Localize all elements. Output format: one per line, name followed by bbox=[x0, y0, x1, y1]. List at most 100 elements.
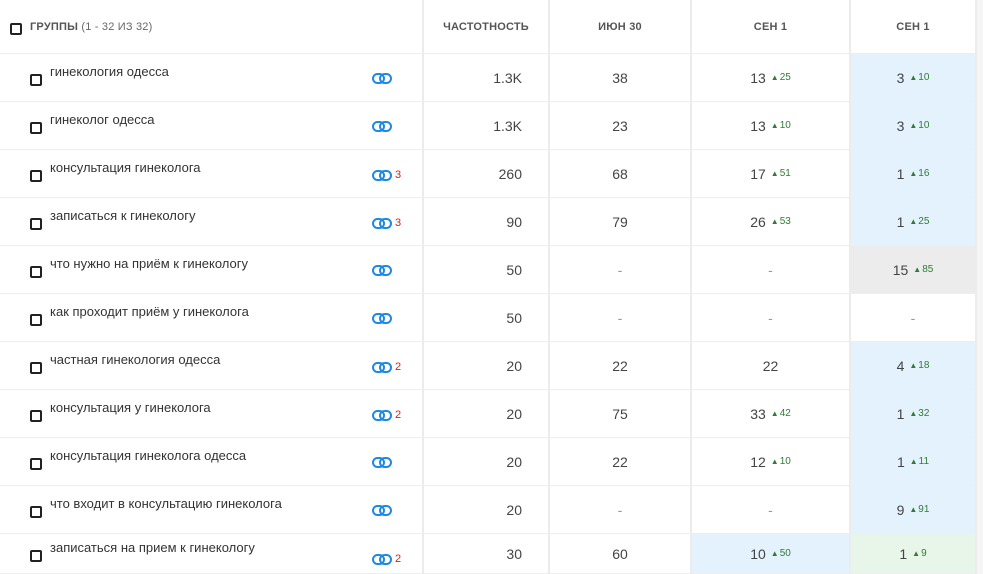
link-button[interactable] bbox=[372, 73, 395, 84]
sep1b-change: ▲85 bbox=[913, 264, 934, 275]
link-button[interactable]: 2 bbox=[372, 361, 401, 373]
sep1b-cell: 3 ▲10 bbox=[851, 54, 975, 102]
frequency-value: 20 bbox=[424, 438, 548, 486]
link-icon bbox=[372, 313, 392, 324]
sep1a-change: ▲51 bbox=[770, 168, 791, 179]
row-checkbox[interactable] bbox=[30, 457, 42, 470]
row-checkbox[interactable] bbox=[30, 549, 42, 562]
scroll-strip bbox=[977, 198, 983, 246]
scroll-strip bbox=[977, 534, 983, 574]
frequency-header[interactable]: ЧАСТОТНОСТЬ bbox=[424, 0, 548, 54]
sep1b-header[interactable]: СЕН 1 bbox=[851, 0, 975, 54]
up-arrow-icon: ▲ bbox=[770, 169, 779, 178]
keyword-text: консультация гинеколога bbox=[50, 160, 201, 175]
scroll-strip bbox=[977, 294, 983, 342]
row-checkbox[interactable] bbox=[30, 265, 42, 278]
link-icon bbox=[372, 73, 392, 84]
frequency-value: 260 bbox=[424, 150, 548, 198]
sep1b-cell: 1 ▲9 bbox=[851, 534, 975, 574]
sep1b-change: ▲11 bbox=[909, 456, 930, 467]
link-icon bbox=[372, 409, 392, 421]
table-row: консультация гинеколога одесса bbox=[0, 438, 422, 486]
sep1a-cell: 12 ▲10 bbox=[692, 438, 849, 486]
keyword-text: что нужно на приём к гинекологу bbox=[50, 256, 248, 271]
link-button[interactable] bbox=[372, 457, 395, 468]
up-arrow-icon: ▲ bbox=[909, 505, 918, 514]
row-checkbox[interactable] bbox=[30, 73, 42, 86]
link-button[interactable] bbox=[372, 265, 395, 276]
sep1a-cell: 17 ▲51 bbox=[692, 150, 849, 198]
link-icon bbox=[372, 457, 392, 468]
row-checkbox[interactable] bbox=[30, 361, 42, 374]
row-checkbox[interactable] bbox=[30, 313, 42, 326]
jun30-value: 38 bbox=[550, 54, 690, 102]
jun30-header[interactable]: ИЮН 30 bbox=[550, 0, 690, 54]
sep1a-value: 22 bbox=[762, 357, 779, 374]
frequency-value: 1.3K bbox=[424, 54, 548, 102]
frequency-value: 90 bbox=[424, 198, 548, 246]
sep1b-change: ▲32 bbox=[909, 408, 930, 419]
sep1b-change: ▲10 bbox=[909, 120, 930, 131]
keyword-text: записаться на прием к гинекологу bbox=[50, 540, 255, 555]
up-arrow-icon: ▲ bbox=[909, 457, 918, 466]
jun30-value: 68 bbox=[550, 150, 690, 198]
keyword-text: гинеколог одесса bbox=[50, 112, 155, 127]
sep1a-change: ▲10 bbox=[770, 456, 791, 467]
sep1b-value: 4 bbox=[896, 357, 905, 374]
row-checkbox[interactable] bbox=[30, 169, 42, 182]
sep1a-value: - bbox=[768, 261, 773, 278]
link-icon bbox=[372, 361, 392, 373]
up-arrow-icon: ▲ bbox=[909, 409, 918, 418]
sep1a-value: 13 bbox=[750, 69, 766, 86]
sep1b-change: ▲91 bbox=[909, 504, 930, 515]
table-row: как проходит приём у гинеколога bbox=[0, 294, 422, 342]
frequency-value: 30 bbox=[424, 534, 548, 574]
sep1b-value: 1 bbox=[896, 165, 905, 182]
table-row: консультация гинеколога 3 bbox=[0, 150, 422, 198]
select-all-checkbox[interactable] bbox=[10, 22, 22, 35]
table-row: частная гинекология одесса 2 bbox=[0, 342, 422, 390]
jun30-value: 22 bbox=[550, 342, 690, 390]
sep1a-header[interactable]: СЕН 1 bbox=[692, 0, 849, 54]
link-button[interactable]: 2 bbox=[372, 553, 401, 565]
sep1b-value: 1 bbox=[896, 453, 905, 470]
link-button[interactable] bbox=[372, 313, 395, 324]
row-checkbox[interactable] bbox=[30, 505, 42, 518]
sep1b-value: 1 bbox=[896, 213, 905, 230]
scroll-strip bbox=[977, 342, 983, 390]
table-row: что входит в консультацию гинеколога bbox=[0, 486, 422, 534]
sep1a-change: ▲42 bbox=[770, 408, 791, 419]
scroll-strip bbox=[977, 246, 983, 294]
up-arrow-icon: ▲ bbox=[909, 361, 918, 370]
sep1a-change: ▲25 bbox=[770, 72, 791, 83]
jun30-value: 60 bbox=[550, 534, 690, 574]
sep1a-cell: 10 ▲50 bbox=[692, 534, 849, 574]
jun30-value: - bbox=[550, 294, 690, 342]
link-button[interactable] bbox=[372, 505, 395, 516]
up-arrow-icon: ▲ bbox=[909, 73, 918, 82]
link-button[interactable]: 3 bbox=[372, 169, 401, 181]
row-checkbox[interactable] bbox=[30, 409, 42, 422]
link-icon bbox=[372, 169, 392, 181]
sep1a-cell: 26 ▲53 bbox=[692, 198, 849, 246]
link-button[interactable]: 3 bbox=[372, 217, 401, 229]
sep1b-value: 9 bbox=[896, 501, 905, 518]
row-checkbox[interactable] bbox=[30, 121, 42, 134]
keyword-text: как проходит приём у гинеколога bbox=[50, 304, 249, 319]
groups-count: (1 - 32 ИЗ 32) bbox=[81, 20, 153, 33]
link-button[interactable] bbox=[372, 121, 395, 132]
sep1b-value: 3 bbox=[896, 69, 905, 86]
jun30-value: 22 bbox=[550, 438, 690, 486]
sep1b-cell: 9 ▲91 bbox=[851, 486, 975, 534]
link-icon bbox=[372, 553, 392, 565]
sep1b-value: 1 bbox=[896, 405, 905, 422]
scroll-strip bbox=[977, 438, 983, 486]
sep1a-value: 26 bbox=[750, 213, 766, 230]
sep1a-change: ▲10 bbox=[770, 120, 791, 131]
link-button[interactable]: 2 bbox=[372, 409, 401, 421]
up-arrow-icon: ▲ bbox=[912, 549, 921, 558]
table-row: записаться к гинекологу 3 bbox=[0, 198, 422, 246]
row-checkbox[interactable] bbox=[30, 217, 42, 230]
sep1b-cell: 3 ▲10 bbox=[851, 102, 975, 150]
keyword-text: что входит в консультацию гинеколога bbox=[50, 496, 282, 511]
